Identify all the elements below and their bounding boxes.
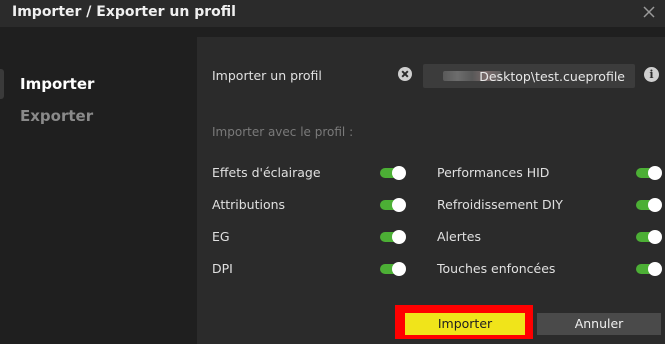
- option-label-alerts: Alertes: [437, 229, 481, 244]
- clear-path-icon[interactable]: [398, 67, 412, 81]
- sidebar: Importer Exporter: [0, 27, 197, 344]
- import-profile-label: Importer un profil: [212, 68, 322, 83]
- toggle-keypresses[interactable]: [636, 262, 662, 276]
- option-label-keypresses: Touches enfoncées: [437, 261, 556, 276]
- dialog-title: Importer / Exporter un profil: [12, 4, 236, 20]
- sidebar-item-exporter[interactable]: Exporter: [20, 107, 93, 125]
- toggle-diy-cooling[interactable]: [636, 198, 662, 212]
- toggle-lighting[interactable]: [380, 166, 406, 180]
- option-label-dpi: DPI: [212, 261, 233, 276]
- toggle-eg[interactable]: [380, 230, 406, 244]
- active-marker: [0, 69, 4, 99]
- toggle-hid[interactable]: [636, 166, 662, 180]
- info-icon[interactable]: i: [644, 67, 659, 82]
- sidebar-item-importer[interactable]: Importer: [20, 75, 94, 93]
- option-label-hid: Performances HID: [437, 165, 550, 180]
- profile-path-value: Desktop\test.cueprofile: [479, 69, 625, 84]
- option-label-attributions: Attributions: [212, 197, 286, 212]
- option-label-diy-cooling: Refroidissement DIY: [437, 197, 563, 212]
- toggle-alerts[interactable]: [636, 230, 662, 244]
- import-button[interactable]: Importer: [405, 313, 525, 335]
- profile-path-field[interactable]: Desktop\test.cueprofile: [423, 64, 635, 88]
- option-label-lighting: Effets d'éclairage: [212, 165, 321, 180]
- toggle-dpi[interactable]: [380, 262, 406, 276]
- import-with-profile-label: Importer avec le profil :: [212, 125, 354, 139]
- option-label-eg: EG: [212, 229, 230, 244]
- toggle-attributions[interactable]: [380, 198, 406, 212]
- cancel-button[interactable]: Annuler: [537, 313, 661, 335]
- title-bar: Importer / Exporter un profil: [0, 0, 665, 27]
- main-panel: Importer un profil Desktop\test.cueprofi…: [197, 37, 665, 344]
- close-icon[interactable]: [641, 4, 657, 20]
